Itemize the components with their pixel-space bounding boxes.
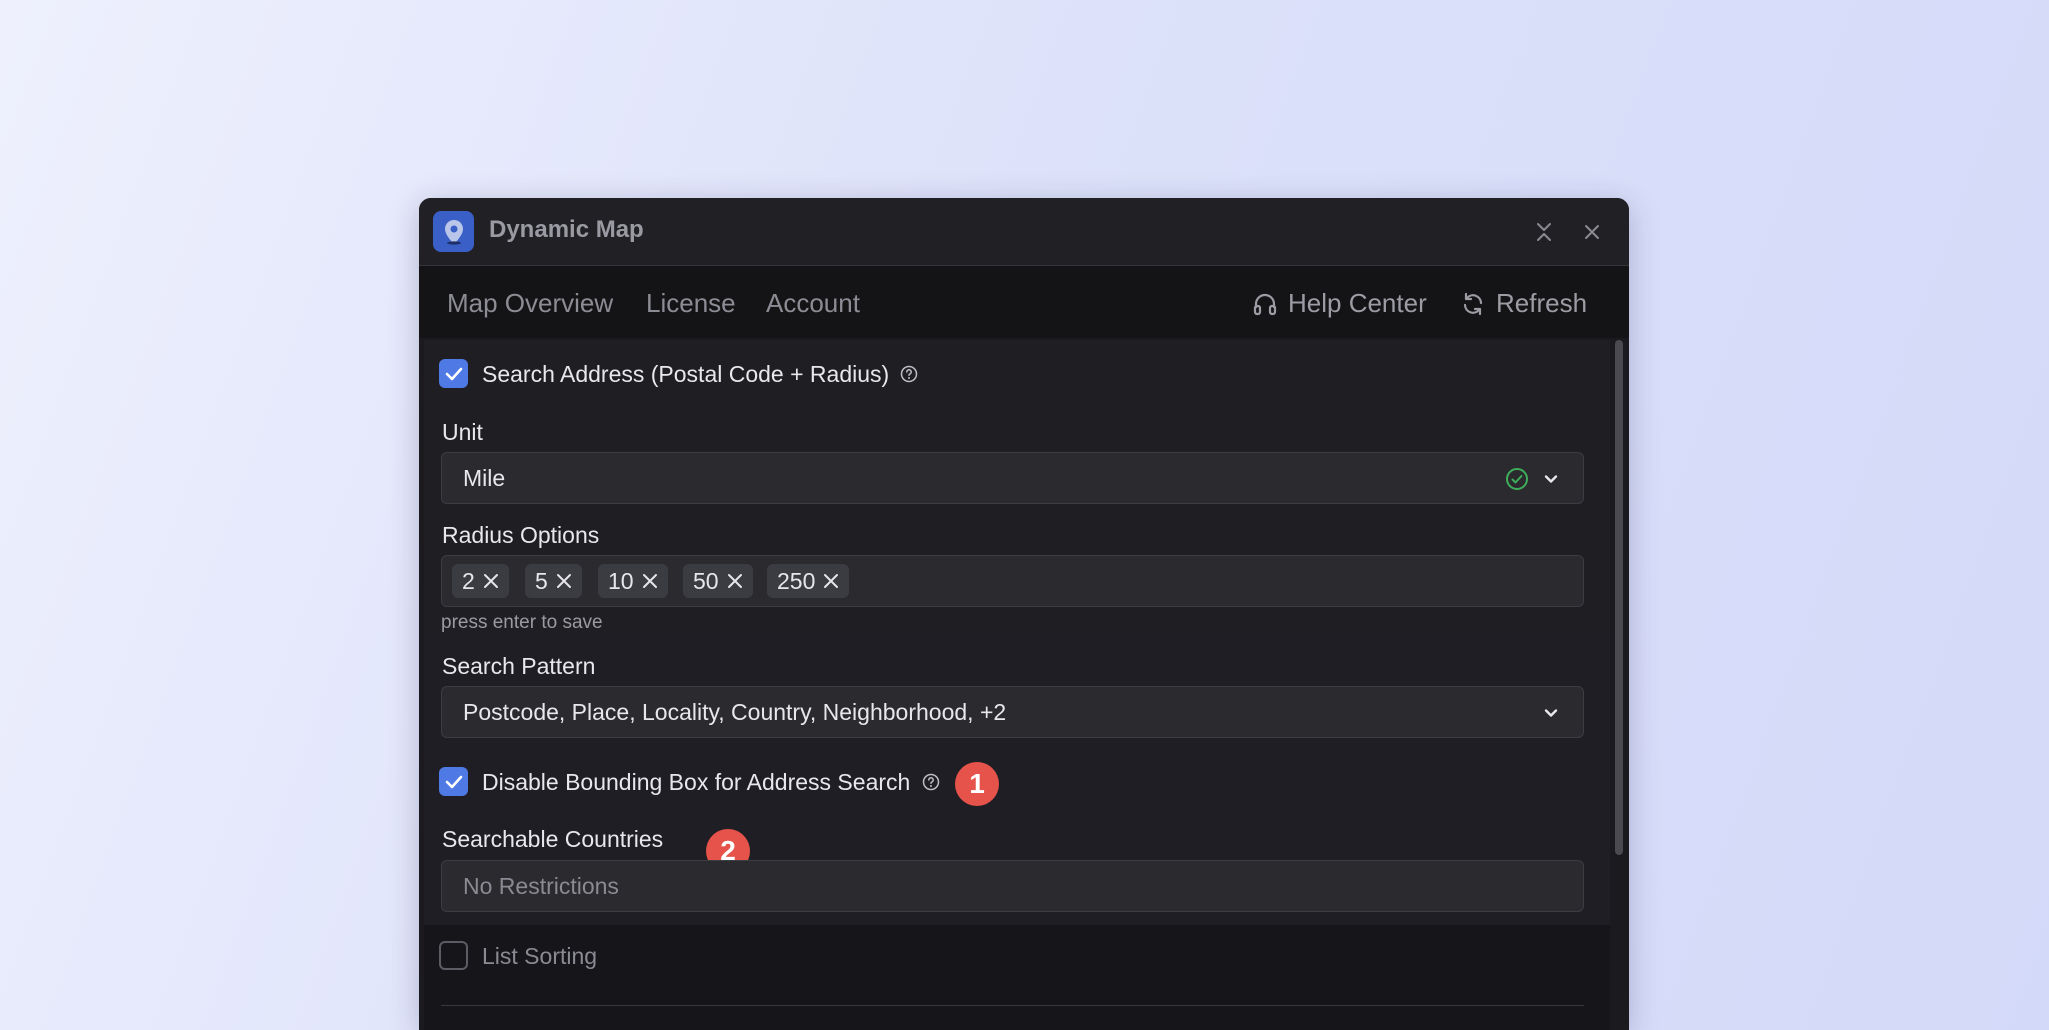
unit-label: Unit: [442, 419, 483, 445]
map-pin-icon: [433, 211, 474, 252]
radius-tag: 50: [683, 564, 753, 598]
tab-license[interactable]: License: [646, 288, 736, 319]
search-pattern-label: Search Pattern: [442, 653, 596, 679]
collapse-icon: [1537, 223, 1551, 241]
radius-tag: 250: [767, 564, 850, 598]
search-address-label: Search Address (Postal Code + Radius): [482, 361, 890, 387]
collapse-button[interactable]: [1530, 218, 1558, 246]
help-center-button[interactable]: Help Center: [1252, 288, 1427, 319]
list-sorting-label: List Sorting: [482, 943, 598, 969]
checkmark-icon: [445, 775, 462, 788]
radius-tag: 10: [598, 564, 668, 598]
bounding-box-label: Disable Bounding Box for Address Search: [482, 769, 911, 795]
annotation-badge-1: 1: [955, 762, 999, 806]
scrollbar-thumb[interactable]: [1615, 340, 1623, 855]
refresh-label: Refresh: [1496, 288, 1588, 318]
title-bar: Dynamic Map: [419, 198, 1629, 266]
searchable-countries-select[interactable]: No Restrictions: [441, 860, 1584, 912]
bounding-box-checkbox[interactable]: [439, 767, 468, 796]
search-address-checkbox[interactable]: [439, 359, 468, 388]
search-pattern-value: Postcode, Place, Locality, Country, Neig…: [463, 699, 1007, 725]
searchable-countries-label: Searchable Countries: [442, 826, 664, 852]
checkmark-icon: [445, 367, 462, 380]
chevron-down-icon: [1544, 475, 1558, 483]
radius-options-input[interactable]: 2 5 10 50 250: [441, 555, 1584, 607]
close-button[interactable]: [1578, 218, 1606, 246]
help-center-label: Help Center: [1288, 288, 1427, 318]
search-pattern-select[interactable]: Postcode, Place, Locality, Country, Neig…: [441, 686, 1584, 738]
list-sorting-checkbox[interactable]: [439, 941, 468, 970]
countries-placeholder: No Restrictions: [463, 873, 619, 899]
unit-select[interactable]: Mile: [441, 452, 1584, 504]
top-nav: Map Overview License Account Help Center…: [419, 266, 1629, 338]
refresh-button[interactable]: Refresh: [1460, 288, 1587, 319]
chevron-down-icon: [1544, 709, 1558, 717]
help-icon[interactable]: [922, 773, 940, 791]
radius-tag: 5: [525, 564, 582, 598]
remove-tag-icon[interactable]: [483, 573, 499, 589]
settings-panel: [424, 340, 1610, 1030]
tab-account[interactable]: Account: [766, 288, 860, 319]
remove-tag-icon[interactable]: [556, 573, 572, 589]
remove-tag-icon[interactable]: [642, 573, 658, 589]
unit-value: Mile: [463, 465, 506, 491]
remove-tag-icon[interactable]: [823, 573, 839, 589]
radius-tag: 2: [452, 564, 509, 598]
refresh-icon: [1463, 292, 1483, 315]
radius-options-label: Radius Options: [442, 522, 600, 548]
close-icon: [1585, 225, 1599, 239]
tab-map-overview[interactable]: Map Overview: [447, 288, 613, 319]
radius-hint: press enter to save: [441, 612, 603, 633]
check-circle-icon: [1506, 468, 1528, 490]
window-title: Dynamic Map: [489, 216, 644, 243]
help-icon[interactable]: [900, 365, 918, 383]
headphones-icon: [1253, 293, 1277, 315]
remove-tag-icon[interactable]: [727, 573, 743, 589]
section-divider: [441, 1005, 1584, 1006]
